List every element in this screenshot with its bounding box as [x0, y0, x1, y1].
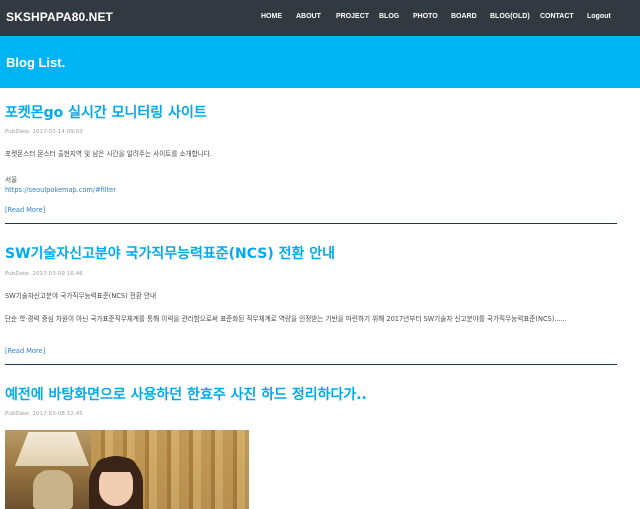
post-divider	[5, 223, 617, 224]
nav-item-contact[interactable]: CONTACT	[540, 13, 574, 20]
post-title-link[interactable]: 포켓몬go 실시간 모니터링 사이트	[5, 102, 207, 122]
nav-item-board[interactable]: BOARD	[451, 13, 477, 20]
nav-item-logout[interactable]: Logout	[587, 13, 611, 20]
page-title: Blog List.	[6, 55, 66, 70]
post-date: PubDate: 2017-03-08 12:45	[5, 411, 83, 417]
top-navbar: SKSHPAPA80.NET HOME ABOUT PROJECT BLOG P…	[0, 0, 640, 36]
post-title-link[interactable]: SW기술자신고분야 국가직무능력표준(NCS) 전환 안내	[5, 243, 335, 263]
post-photo[interactable]	[5, 430, 249, 509]
nav-item-project[interactable]: PROJECT	[336, 13, 369, 20]
post-date: PubDate: 2017-03-14 09:03	[5, 129, 83, 135]
site-brand-link[interactable]: SKSHPAPA80.NET	[6, 10, 113, 24]
read-more-link[interactable]: [Read More]	[5, 206, 45, 214]
nav-item-about[interactable]: ABOUT	[296, 13, 321, 20]
nav-item-photo[interactable]: PHOTO	[413, 13, 438, 20]
post-excerpt: SW기술자신고분야 국가직무능력표준(NCS) 전환 안내	[5, 292, 157, 300]
post-excerpt-detail: 단순 학·경력 중심 차원이 아닌 국가표준직무체계를 통해 이력을 관리함으로…	[5, 315, 567, 323]
person-face	[99, 466, 133, 506]
nav-item-blog-old[interactable]: BLOG(OLD)	[490, 13, 530, 20]
nav-item-home[interactable]: HOME	[261, 13, 282, 20]
post-title-link[interactable]: 예전에 바탕화면으로 사용하던 한효주 사진 하드 정리하다가..	[5, 384, 367, 404]
vase	[33, 470, 73, 509]
lamp-shade	[15, 432, 89, 466]
post-divider	[5, 364, 617, 365]
person-bangs	[95, 458, 137, 472]
read-more-link[interactable]: [Read More]	[5, 347, 45, 355]
post-external-link[interactable]: https://seoulpokemap.com/#filter	[5, 186, 116, 194]
post-excerpt-line: 서울	[5, 176, 18, 184]
post-excerpt: 포켓몬스터 몬스터 출현지역 및 남은 시간을 알려주는 사이트를 소개합니다.	[5, 150, 212, 158]
nav-item-blog[interactable]: BLOG	[379, 13, 399, 20]
page-header-band: Blog List.	[0, 36, 640, 88]
post-date: PubDate: 2017-03-09 16:46	[5, 271, 83, 277]
